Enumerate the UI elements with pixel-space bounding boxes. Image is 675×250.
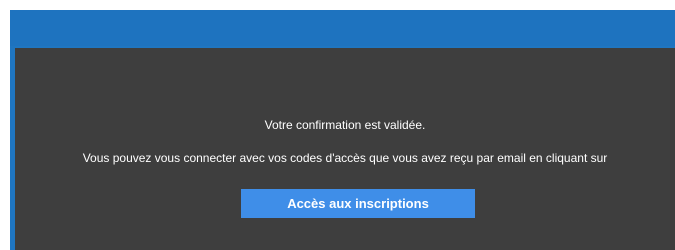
confirmation-window: Votre confirmation est validée. Vous pou…	[10, 10, 675, 250]
login-instructions: Vous pouvez vous connecter avec vos code…	[82, 151, 608, 165]
confirmation-message: Votre confirmation est validée.	[264, 118, 426, 132]
content-panel: Votre confirmation est validée. Vous pou…	[15, 48, 675, 250]
header-bar	[10, 10, 675, 46]
access-registrations-button[interactable]: Accès aux inscriptions	[241, 189, 475, 218]
